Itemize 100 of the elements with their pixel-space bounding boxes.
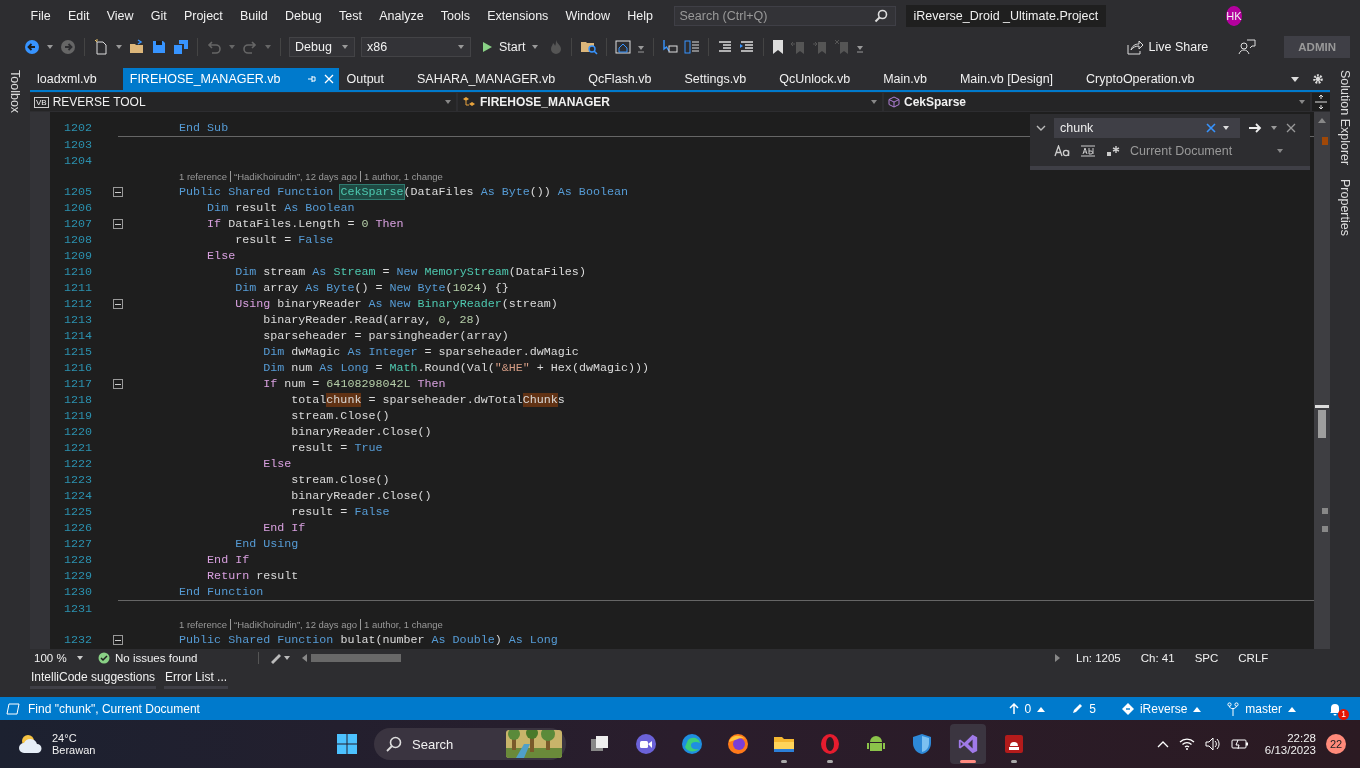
folder-search-icon[interactable] [580,39,599,55]
line-indicator[interactable]: Ln: 1205 [1071,652,1126,664]
menu-item[interactable]: View [98,9,143,23]
layout-icon[interactable] [684,39,701,55]
document-tab[interactable]: FIREHOSE_MANAGER.vb [122,68,340,90]
project-dropdown[interactable]: VB REVERSE TOOL [30,93,456,111]
pointer-icon[interactable] [662,39,679,55]
split-icon[interactable] [1312,93,1330,111]
regex-icon[interactable] [1106,145,1120,157]
outdent-icon[interactable] [739,39,756,55]
redo-icon[interactable] [242,39,258,55]
menu-item[interactable]: File [22,9,60,23]
bell-icon[interactable] [1328,701,1342,716]
indent-icon[interactable] [717,39,734,55]
toolbox-tab[interactable]: Toolbox [8,70,22,114]
match-case-icon[interactable] [1054,145,1070,157]
configuration-dropdown[interactable]: Debug [289,37,355,57]
whole-word-icon[interactable] [1080,145,1096,157]
menu-item[interactable]: Git [142,9,176,23]
horizontal-scrollbar[interactable] [301,652,1061,664]
account-badge[interactable]: ADMIN [1284,36,1350,58]
notification-badge[interactable]: 22 [1326,734,1346,754]
menu-item[interactable]: Help [618,9,662,23]
collapse-icon[interactable] [113,379,123,389]
codelens-link[interactable]: 1 author, 1 change [364,171,443,182]
branch-selector[interactable]: master [1227,701,1296,716]
document-tab[interactable]: Main.vb [876,68,953,90]
scroll-left-icon[interactable] [301,654,307,662]
bookmark-icon[interactable] [772,39,785,55]
pin-icon[interactable] [307,74,318,84]
document-tab[interactable]: Output [339,68,410,90]
menu-item[interactable]: Test [330,9,371,23]
platform-dropdown[interactable]: x86 [361,37,471,57]
commits-indicator[interactable]: 0 [1008,701,1046,716]
caret-icon[interactable] [1270,124,1278,132]
save-all-icon[interactable] [173,39,189,55]
repository-selector[interactable]: iReverse [1121,701,1202,716]
battery-icon[interactable] [1230,738,1249,750]
expand-icon[interactable] [1036,123,1046,133]
collapse-icon[interactable] [113,219,123,229]
caret-icon[interactable] [46,43,54,51]
menu-item[interactable]: Project [175,9,232,23]
open-folder-icon[interactable] [129,39,145,55]
back-icon[interactable] [24,39,40,55]
wifi-icon[interactable] [1178,738,1195,750]
member-dropdown[interactable]: CekSparse [884,93,1310,111]
column-indicator[interactable]: Ch: 41 [1135,652,1180,664]
document-tab[interactable]: Main.vb [Design] [952,68,1080,90]
document-tab[interactable]: Settings.vb [677,68,773,90]
menu-item[interactable]: Edit [59,9,99,23]
tool-window-tab[interactable]: IntelliCode suggestions [30,670,157,689]
collapse-icon[interactable] [113,635,123,645]
menu-item[interactable]: Tools [432,9,479,23]
brush-icon[interactable] [269,652,291,664]
clock-time[interactable]: 22:28 [1287,732,1316,744]
search-field[interactable]: Search (Ctrl+Q) [673,6,896,26]
menu-item[interactable]: Build [231,9,277,23]
volume-icon[interactable] [1204,737,1221,751]
scroll-up-icon[interactable] [1318,117,1326,123]
line-ending-indicator[interactable]: CRLF [1233,652,1274,664]
zoom-dropdown[interactable]: 100 % [30,652,88,664]
side-panel-tab[interactable]: Solution Explorer [1338,70,1352,166]
user-avatar[interactable]: HK [1226,6,1242,26]
collapse-icon[interactable] [113,299,123,309]
scroll-right-icon[interactable] [1055,654,1061,662]
vertical-scrollbar[interactable] [1314,112,1330,649]
document-tab[interactable]: CryptoOperation.vb [1079,68,1221,90]
tab-list-icon[interactable] [1290,74,1300,84]
scope-dropdown[interactable]: Current Document [1130,144,1304,158]
feedback-icon[interactable] [1238,38,1257,56]
close-icon[interactable] [1286,123,1296,133]
taskbar-search[interactable]: Search [374,728,566,760]
menu-item[interactable]: Debug [276,9,331,23]
forward-icon[interactable] [60,39,76,55]
find-next-icon[interactable] [1248,122,1262,134]
class-dropdown[interactable]: FIREHOSE_MANAGER [458,93,882,111]
tool-window-tab[interactable]: Error List ... [164,670,229,689]
side-panel-tab[interactable]: Properties [1338,179,1352,237]
tray-overflow-icon[interactable] [1156,740,1169,748]
find-field[interactable]: chunk [1054,118,1240,138]
home-window-icon[interactable] [615,39,632,55]
undo-icon[interactable] [206,39,222,55]
menu-item[interactable]: Analyze [370,9,433,23]
codelens-link[interactable]: “HadiKhoirudin”, 12 days ago [234,171,358,182]
codelens-link[interactable]: 1 reference [179,171,228,182]
save-icon[interactable] [151,39,167,55]
document-tab[interactable]: loadxml.vb [30,68,123,90]
scroll-thumb[interactable] [1318,410,1326,438]
menu-item[interactable]: Window [556,9,619,23]
start-icon[interactable] [336,733,358,755]
live-share-button[interactable]: Live Share [1120,38,1215,56]
menu-item[interactable]: Extensions [478,9,557,23]
codelens-link[interactable]: “HadiKhoirudin”, 12 days ago [234,619,358,630]
clock-date[interactable]: 6/13/2023 [1264,744,1316,756]
caret-icon[interactable] [115,43,123,51]
changes-indicator[interactable]: 5 [1071,701,1096,716]
document-tab[interactable]: QcFlash.vb [581,68,678,90]
codelens-link[interactable]: 1 reference [179,619,228,630]
settings-icon[interactable] [1312,73,1324,85]
new-item-icon[interactable] [93,39,109,55]
